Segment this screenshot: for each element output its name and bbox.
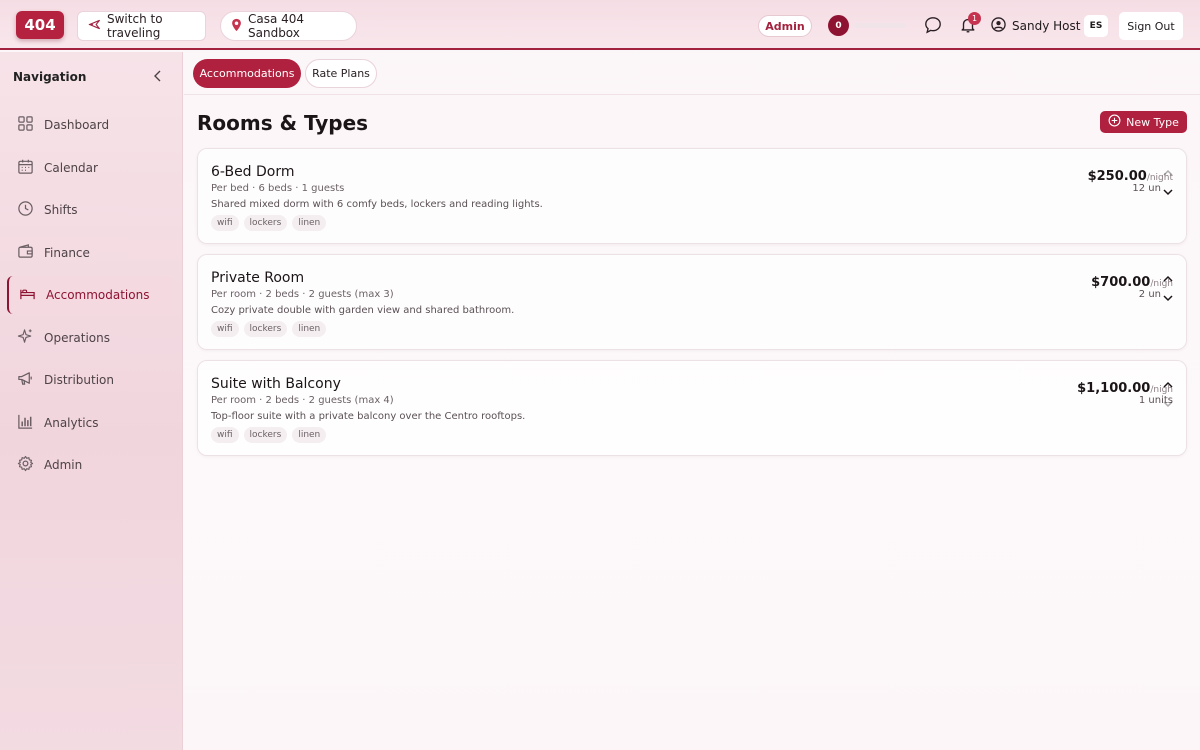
amenity-tag: linen [292, 321, 327, 337]
room-price: $1,100.00/nigh [1077, 377, 1173, 396]
amenity-tag: wifi [211, 427, 239, 443]
room-price: $700.00/nigh [1091, 271, 1173, 290]
amenity-tags: wifi lockers linen [211, 215, 327, 231]
amenity-tag: wifi [211, 215, 239, 231]
room-name: Suite with Balcony [211, 376, 341, 392]
user-menu[interactable]: Sandy Host [991, 15, 1080, 37]
clock-icon [17, 200, 34, 220]
switch-label: Switch to traveling [107, 12, 163, 40]
room-description: Cozy private double with garden view and… [211, 305, 515, 316]
sidebar-item-admin[interactable]: Admin [7, 446, 174, 484]
plane-icon [88, 18, 101, 34]
room-meta: Per room · 2 beds · 2 guests (max 3) [211, 289, 394, 300]
sidebar-item-dashboard[interactable]: Dashboard [7, 106, 174, 144]
price-value: $250.00 [1087, 169, 1147, 184]
price-value: $700.00 [1091, 275, 1151, 290]
app-logo[interactable]: 404 [16, 11, 64, 39]
room-units: 12 un [1132, 183, 1161, 194]
tab-rate-plans[interactable]: Rate Plans [305, 59, 377, 88]
sidebar-item-operations[interactable]: Operations [7, 319, 174, 357]
amenity-tags: wifi lockers linen [211, 321, 327, 337]
amenity-tag: linen [292, 215, 327, 231]
amenity-tag: linen [292, 427, 327, 443]
sidebar: Navigation Dashboard Calendar Shifts Fin… [0, 52, 183, 750]
sidebar-item-analytics[interactable]: Analytics [7, 404, 174, 442]
amenity-tag: lockers [243, 321, 288, 337]
sidebar-item-distribution[interactable]: Distribution [7, 361, 174, 399]
sidebar-item-label: Admin [44, 458, 83, 472]
move-up-icon[interactable] [1162, 375, 1174, 388]
amenity-tag: lockers [243, 215, 288, 231]
move-down-icon[interactable] [1162, 182, 1174, 196]
grid-icon [17, 115, 34, 135]
score-value: 0 [828, 15, 849, 36]
chevron-left-icon[interactable] [150, 68, 166, 84]
move-down-icon[interactable] [1162, 394, 1174, 408]
sidebar-item-label: Finance [44, 246, 90, 260]
page-title: Rooms & Types [197, 111, 369, 135]
bed-icon [19, 285, 36, 305]
map-pin-icon [231, 18, 242, 35]
sidebar-item-finance[interactable]: Finance [7, 234, 174, 272]
new-type-button[interactable]: New Type [1100, 111, 1187, 133]
user-avatar-icon [991, 17, 1006, 35]
sparkle-icon [17, 328, 34, 348]
sidebar-item-label: Dashboard [44, 118, 110, 132]
sign-out-button[interactable]: Sign Out [1119, 12, 1183, 40]
sidebar-item-label: Accommodations [46, 288, 150, 302]
tab-bar: Accommodations Rate Plans [184, 52, 1200, 95]
notification-count: 1 [968, 12, 981, 25]
property-label: Casa 404 Sandbox [248, 12, 305, 40]
room-description: Top-floor suite with a private balcony o… [211, 411, 526, 422]
user-name: Sandy Host [1012, 19, 1081, 33]
switch-to-traveling-button[interactable]: Switch to traveling [77, 11, 206, 41]
score-track [854, 23, 906, 28]
megaphone-icon [17, 370, 34, 390]
sidebar-item-label: Analytics [44, 416, 99, 430]
amenity-tag: lockers [243, 427, 288, 443]
sidebar-item-accommodations[interactable]: Accommodations [7, 276, 174, 314]
sidebar-item-label: Shifts [44, 203, 78, 217]
move-down-icon[interactable] [1162, 288, 1174, 302]
room-name: Private Room [211, 270, 305, 286]
score-meter: 0 [828, 15, 908, 37]
move-up-icon[interactable] [1162, 269, 1174, 282]
sidebar-item-calendar[interactable]: Calendar [7, 149, 174, 187]
sidebar-item-label: Calendar [44, 161, 98, 175]
property-selector[interactable]: Casa 404 Sandbox [220, 11, 357, 41]
room-units: 2 un [1138, 289, 1161, 300]
room-meta: Per room · 2 beds · 2 guests (max 4) [211, 395, 394, 406]
wallet-icon [17, 243, 34, 263]
plus-circle-icon [1108, 114, 1121, 130]
top-bar: 404 Switch to traveling Casa 404 Sandbox… [0, 0, 1200, 50]
sidebar-title: Navigation [13, 70, 87, 84]
sidebar-item-label: Distribution [44, 373, 115, 387]
tab-accommodations[interactable]: Accommodations [193, 59, 301, 88]
move-up-icon[interactable] [1162, 163, 1174, 176]
bar-chart-icon [17, 413, 34, 433]
role-badge: Admin [758, 15, 812, 37]
calendar-icon [17, 158, 34, 178]
room-price: $250.00/night [1088, 165, 1173, 184]
sidebar-item-label: Operations [44, 331, 110, 345]
room-meta: Per bed · 6 beds · 1 guests [211, 183, 345, 194]
room-type-card[interactable]: Private Room Per room · 2 beds · 2 guest… [197, 254, 1187, 350]
amenity-tag: wifi [211, 321, 239, 337]
room-name: 6-Bed Dorm [211, 164, 295, 180]
room-description: Shared mixed dorm with 6 comfy beds, loc… [211, 199, 543, 210]
price-value: $1,100.00 [1077, 381, 1151, 396]
language-toggle[interactable]: ES [1084, 15, 1108, 37]
room-type-card[interactable]: 6-Bed Dorm Per bed · 6 beds · 1 guests S… [197, 148, 1187, 244]
sidebar-item-shifts[interactable]: Shifts [7, 191, 174, 229]
room-type-card[interactable]: Suite with Balcony Per room · 2 beds · 2… [197, 360, 1187, 456]
gear-icon [17, 455, 34, 475]
amenity-tags: wifi lockers linen [211, 427, 327, 443]
chat-icon[interactable] [922, 14, 944, 36]
new-type-label: New Type [1126, 115, 1179, 129]
